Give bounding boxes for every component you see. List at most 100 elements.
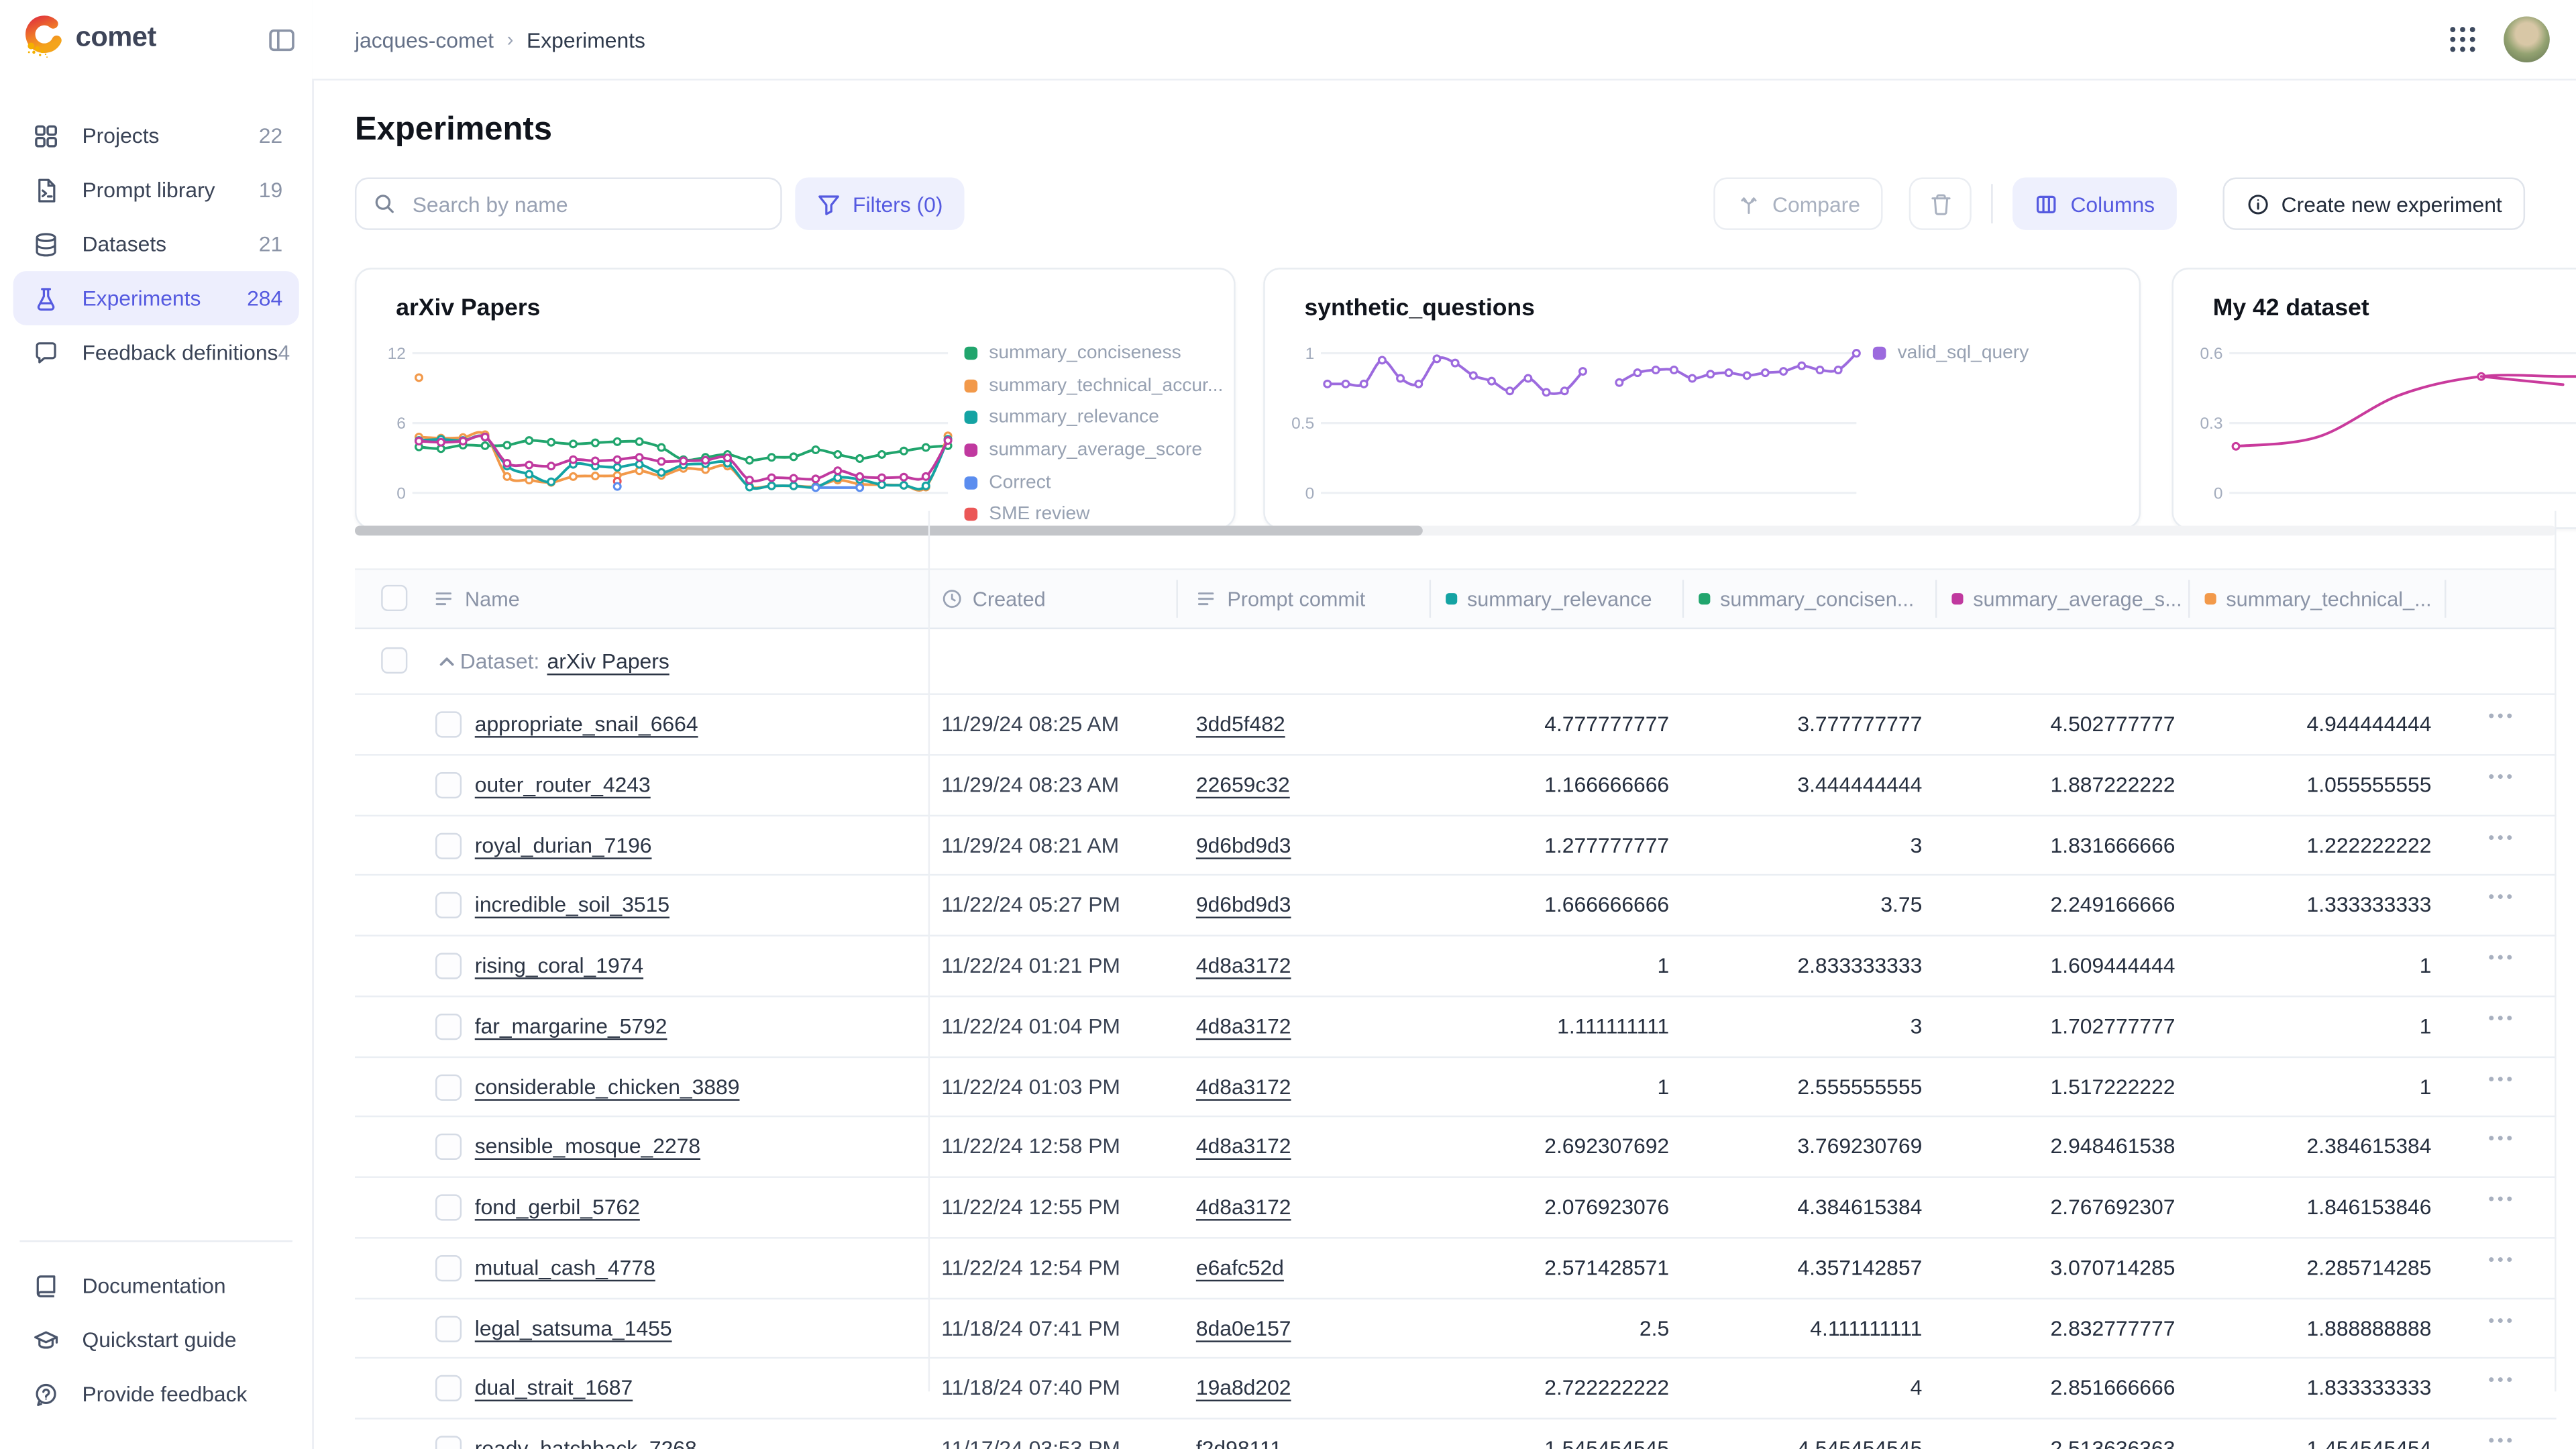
experiment-name-link[interactable]: ready_hatchback_7268: [475, 1436, 697, 1449]
row-menu-button[interactable]: •••: [2474, 950, 2530, 968]
search-input[interactable]: [409, 190, 764, 218]
column-header-prompt-commit[interactable]: Prompt commit: [1196, 570, 1365, 628]
row-menu-button[interactable]: •••: [2474, 1131, 2530, 1149]
sidebar-collapse-icon[interactable]: [268, 26, 296, 54]
row-menu-button[interactable]: •••: [2474, 1373, 2530, 1391]
experiment-name-link[interactable]: legal_satsuma_1455: [475, 1315, 672, 1340]
experiment-name-link[interactable]: royal_durian_7196: [475, 832, 652, 857]
metric-cell-summary-average-score: 3.070714285: [1935, 1254, 2176, 1279]
experiment-name-link[interactable]: considerable_chicken_3889: [475, 1073, 740, 1098]
column-header-summary-relevance[interactable]: summary_relevance: [1446, 570, 1652, 628]
prompt-commit-link[interactable]: 19a8d202: [1196, 1375, 1291, 1400]
legend-item[interactable]: summary_technical_accur...: [965, 369, 1224, 401]
row-menu-button[interactable]: •••: [2474, 1010, 2530, 1028]
comet-logo[interactable]: comet: [21, 15, 156, 59]
row-checkbox[interactable]: [435, 1073, 462, 1099]
prompt-commit-link[interactable]: 4d8a3172: [1196, 1073, 1291, 1098]
sidebar-item-projects[interactable]: Projects 22: [13, 109, 299, 163]
row-checkbox[interactable]: [435, 1436, 462, 1449]
select-all-checkbox[interactable]: [381, 585, 407, 611]
search-icon: [373, 193, 396, 215]
prompt-commit-link[interactable]: 8da0e157: [1196, 1315, 1291, 1340]
avatar[interactable]: [2504, 16, 2550, 62]
prompt-commit-link[interactable]: e6afc52d: [1196, 1254, 1284, 1279]
prompt-commit-link[interactable]: 3dd5f482: [1196, 711, 1285, 736]
group-label: Dataset:: [460, 649, 540, 674]
row-checkbox[interactable]: [435, 1134, 462, 1160]
row-menu-button[interactable]: •••: [2474, 890, 2530, 908]
apps-grid-icon[interactable]: [2448, 25, 2477, 54]
row-checkbox[interactable]: [435, 1375, 462, 1401]
row-checkbox[interactable]: [435, 953, 462, 979]
experiment-name-link[interactable]: fond_gerbil_5762: [475, 1194, 640, 1219]
prompt-commit-link[interactable]: f2d98111: [1196, 1436, 1282, 1449]
row-checkbox[interactable]: [435, 892, 462, 918]
sidebar-item-prompt-library[interactable]: Prompt library 19: [13, 162, 299, 217]
prompt-commit-link[interactable]: 4d8a3172: [1196, 953, 1291, 977]
column-label: Prompt commit: [1227, 588, 1365, 610]
sidebar-item-datasets[interactable]: Datasets 21: [13, 217, 299, 271]
experiment-name-link[interactable]: mutual_cash_4778: [475, 1254, 655, 1279]
legend-item[interactable]: summary_relevance: [965, 401, 1224, 433]
row-menu-button[interactable]: •••: [2474, 1252, 2530, 1270]
columns-button[interactable]: Columns: [2013, 177, 2176, 229]
prompt-commit-link[interactable]: 9d6bd9d3: [1196, 832, 1291, 857]
chevron-up-icon[interactable]: [437, 652, 456, 672]
row-menu-button[interactable]: •••: [2474, 708, 2530, 727]
cards-scrollbar-thumb[interactable]: [355, 526, 1423, 536]
experiment-name-link[interactable]: sensible_mosque_2278: [475, 1134, 700, 1159]
metric-cell-summary-conciseness: 3.444444444: [1682, 771, 1923, 796]
sidebar-item-provide-feedback[interactable]: Provide feedback: [13, 1367, 299, 1421]
row-checkbox[interactable]: [435, 1254, 462, 1281]
sidebar-item-quickstart-guide[interactable]: Quickstart guide: [13, 1313, 299, 1367]
column-header-summary-technical-accuracy[interactable]: summary_technical_...: [2205, 570, 2432, 628]
experiment-name-link[interactable]: outer_router_4243: [475, 771, 651, 796]
metric-cell-summary-conciseness: 4.357142857: [1682, 1254, 1923, 1279]
svg-text:0: 0: [396, 484, 406, 502]
row-checkbox[interactable]: [435, 771, 462, 798]
legend-item[interactable]: SME review: [965, 498, 1224, 529]
prompt-commit-link[interactable]: 4d8a3172: [1196, 1013, 1291, 1038]
legend-item[interactable]: valid_sql_query: [1873, 337, 2029, 369]
row-checkbox[interactable]: [435, 1013, 462, 1039]
svg-text:0: 0: [2214, 484, 2223, 502]
prompt-commit-link[interactable]: 4d8a3172: [1196, 1194, 1291, 1219]
create-new-experiment-button[interactable]: Create new experiment: [2222, 177, 2525, 229]
row-menu-button[interactable]: •••: [2474, 1433, 2530, 1449]
experiment-name-link[interactable]: far_margarine_5792: [475, 1013, 667, 1038]
experiment-name-link[interactable]: incredible_soil_3515: [475, 892, 669, 917]
column-header-summary-average-score[interactable]: summary_average_s...: [1951, 570, 2182, 628]
breadcrumb-workspace[interactable]: jacques-comet: [355, 27, 494, 52]
experiment-name-link[interactable]: dual_strait_1687: [475, 1375, 633, 1400]
row-menu-button[interactable]: •••: [2474, 1191, 2530, 1210]
row-menu-button[interactable]: •••: [2474, 1312, 2530, 1330]
row-menu-button[interactable]: •••: [2474, 829, 2530, 847]
experiment-name-link[interactable]: appropriate_snail_6664: [475, 711, 698, 736]
row-menu-button[interactable]: •••: [2474, 769, 2530, 787]
row-checkbox[interactable]: [435, 832, 462, 858]
column-header-created[interactable]: Created: [941, 570, 1045, 628]
delete-button[interactable]: [1909, 177, 1972, 229]
metric-cell-summary-technical-accuracy: 4.944444444: [2192, 711, 2432, 736]
experiment-name-link[interactable]: rising_coral_1974: [475, 953, 643, 977]
row-checkbox[interactable]: [435, 711, 462, 737]
group-checkbox[interactable]: [381, 647, 407, 674]
sidebar-item-experiments[interactable]: Experiments 284: [13, 271, 299, 325]
row-checkbox[interactable]: [435, 1194, 462, 1220]
dataset-link[interactable]: arXiv Papers: [547, 649, 669, 674]
sidebar-item-documentation[interactable]: Documentation: [13, 1258, 299, 1313]
column-header-name[interactable]: Name: [434, 570, 520, 628]
sidebar-item-feedback-definitions[interactable]: Feedback definitions 4: [13, 325, 299, 380]
legend-item[interactable]: summary_average_score: [965, 434, 1224, 466]
column-header-summary-conciseness[interactable]: summary_concisen...: [1699, 570, 1914, 628]
compare-button[interactable]: Compare: [1713, 177, 1883, 229]
legend-item[interactable]: Correct: [965, 466, 1224, 498]
row-menu-button[interactable]: •••: [2474, 1071, 2530, 1089]
row-checkbox[interactable]: [435, 1315, 462, 1341]
filters-button[interactable]: Filters (0): [795, 177, 964, 229]
prompt-commit-link[interactable]: 4d8a3172: [1196, 1134, 1291, 1159]
prompt-commit-link[interactable]: 9d6bd9d3: [1196, 892, 1291, 917]
sidebar-item-count: 4: [278, 340, 290, 365]
prompt-commit-link[interactable]: 22659c32: [1196, 771, 1290, 796]
legend-item[interactable]: summary_conciseness: [965, 337, 1224, 369]
